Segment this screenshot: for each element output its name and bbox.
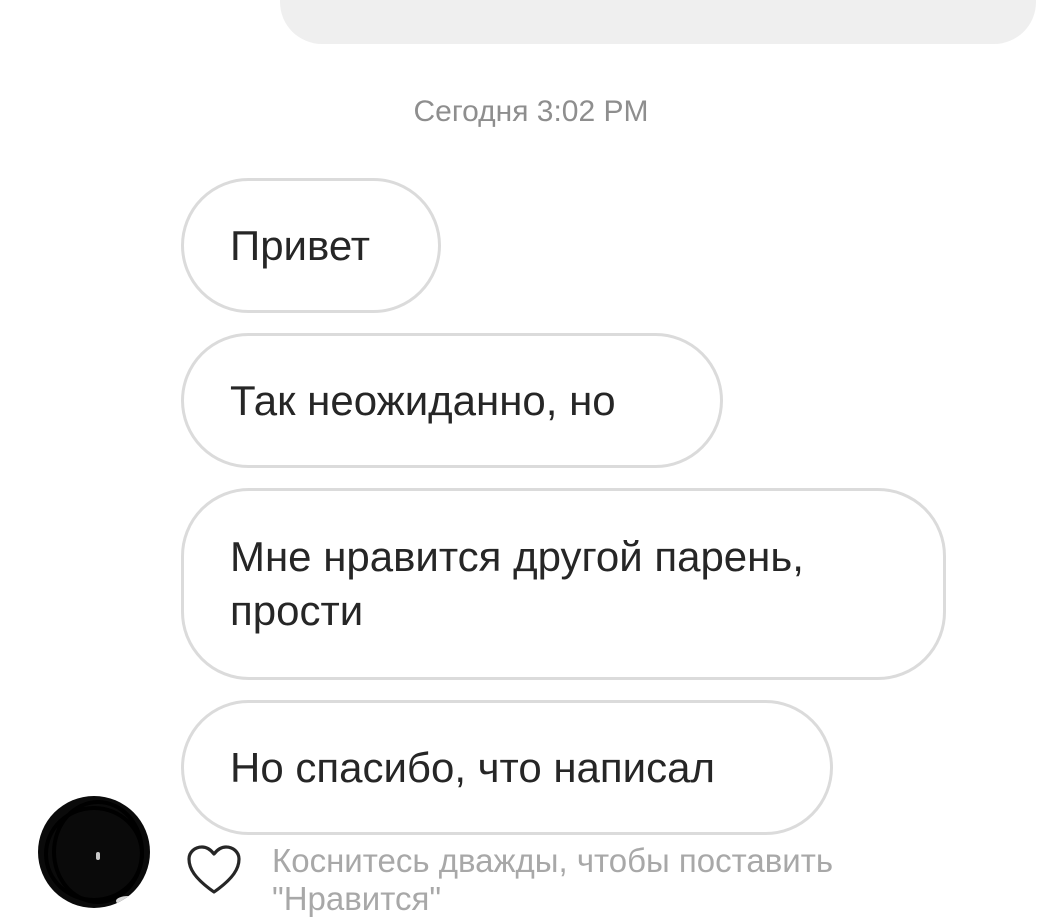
message-text: Так неожиданно, но (230, 376, 616, 424)
heart-outline-icon[interactable] (186, 844, 242, 896)
avatar-edge (116, 896, 140, 906)
received-message-bubble[interactable]: Привет (181, 178, 441, 313)
received-message-bubble[interactable]: Мне нравится другой парень, прости (181, 488, 946, 680)
double-tap-like-hint: Коснитесь дважды, чтобы поставить "Нрави… (272, 842, 834, 917)
message-text: Мне нравится другой парень, прости (230, 533, 804, 634)
sender-avatar[interactable] (38, 796, 150, 908)
sent-message-bubble[interactable] (280, 0, 1036, 44)
message-text: Привет (230, 221, 371, 269)
message-text: Но спасибо, что написал (230, 743, 715, 791)
received-message-bubble[interactable]: Так неожиданно, но (181, 333, 723, 468)
received-message-bubble[interactable]: Но спасибо, что написал (181, 700, 833, 835)
message-timestamp: Сегодня 3:02 PM (413, 95, 649, 128)
avatar-spot (96, 852, 100, 860)
